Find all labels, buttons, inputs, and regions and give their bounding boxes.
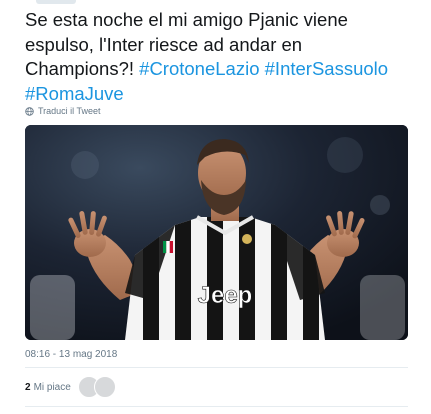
hashtag-intersassuolo[interactable]: #InterSassuolo	[265, 58, 388, 79]
liker-avatars	[78, 376, 128, 398]
hashtag-romajuve[interactable]: #RomaJuve	[25, 83, 124, 104]
tweet-timestamp[interactable]: 08:16 - 13 mag 2018	[25, 349, 117, 360]
likes-label: Mi piace	[33, 381, 71, 393]
stats-divider-bottom	[25, 406, 408, 407]
previous-tweet-edge	[36, 0, 76, 4]
hashtag-crotonelazio[interactable]: #CrotoneLazio	[139, 58, 259, 79]
tweet-photo[interactable]: Jeep	[25, 125, 408, 340]
tweet-text: Se esta noche el mi amigo Pjanic viene e…	[25, 8, 415, 106]
translate-label: Traduci il Tweet	[38, 106, 101, 116]
translate-tweet-link[interactable]: Traduci il Tweet	[25, 106, 101, 116]
globe-icon	[25, 106, 34, 116]
jersey-sponsor-text: Jeep	[198, 282, 253, 309]
likes-stat[interactable]: 2 Mi piace	[25, 376, 71, 398]
avatar[interactable]	[94, 376, 116, 398]
stats-divider-top	[25, 367, 408, 368]
likes-count: 2	[25, 381, 31, 393]
